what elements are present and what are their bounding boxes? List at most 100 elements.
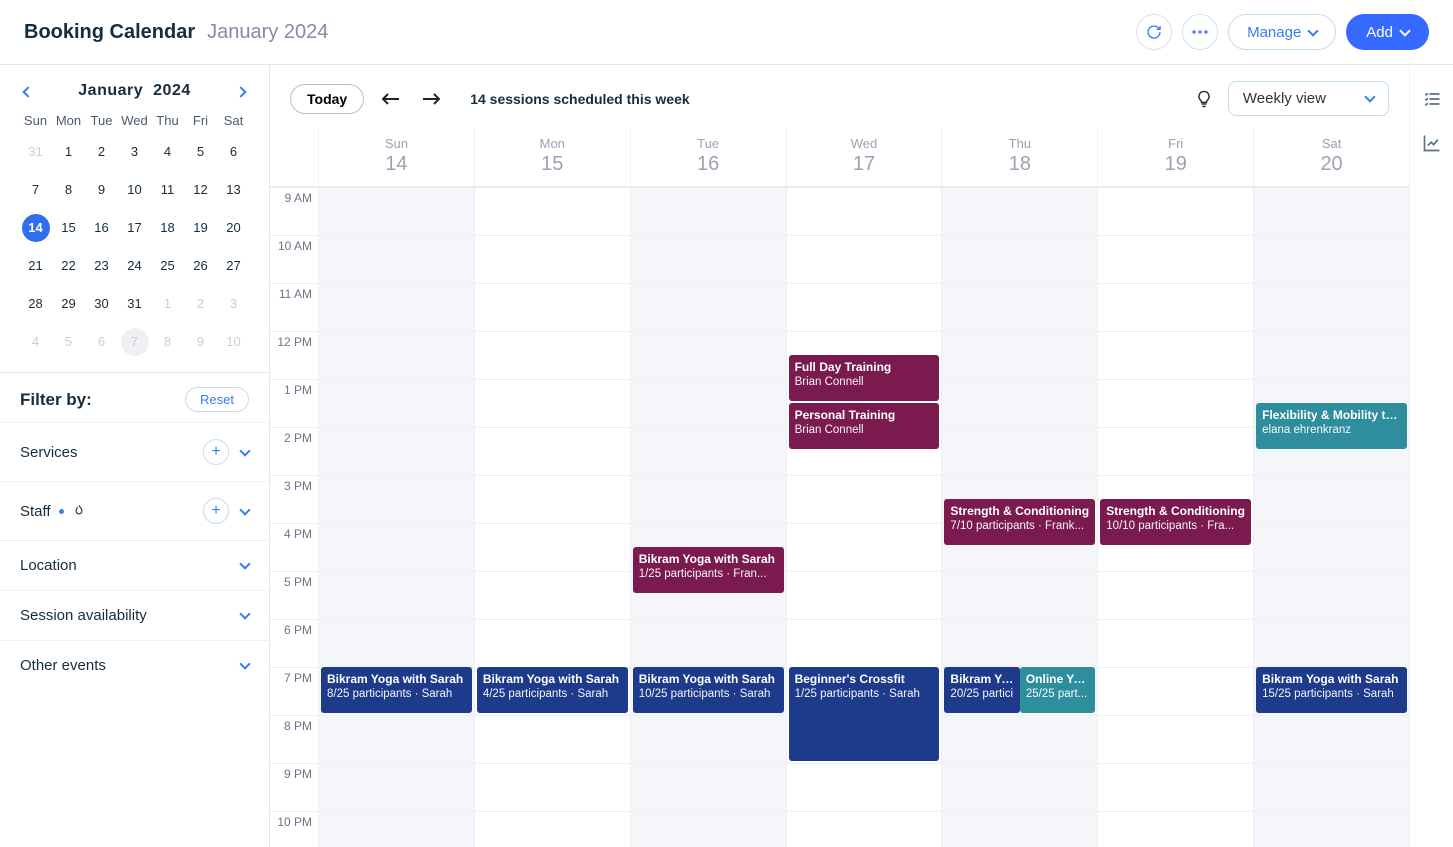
hour-cell[interactable]: [1098, 619, 1253, 667]
refresh-button[interactable]: [1136, 14, 1172, 50]
hour-cell[interactable]: [942, 571, 1097, 619]
hour-cell[interactable]: [631, 763, 786, 811]
next-week-button[interactable]: [418, 89, 444, 109]
hour-cell[interactable]: [1098, 283, 1253, 331]
mini-day[interactable]: 6: [220, 138, 248, 166]
mini-day[interactable]: 28: [22, 290, 50, 318]
mini-day[interactable]: 4: [22, 328, 50, 356]
mini-day[interactable]: 2: [88, 138, 116, 166]
mini-day[interactable]: 14: [22, 214, 50, 242]
day-column[interactable]: Bikram Yoga with Sarah8/25 participants …: [318, 187, 474, 847]
hour-cell[interactable]: [631, 283, 786, 331]
hour-cell[interactable]: [1254, 523, 1409, 571]
mini-day[interactable]: 25: [154, 252, 182, 280]
list-icon[interactable]: [1422, 89, 1442, 109]
mini-day[interactable]: 11: [154, 176, 182, 204]
hour-cell[interactable]: [942, 427, 1097, 475]
add-button[interactable]: Add: [1346, 14, 1429, 50]
mini-day[interactable]: 20: [220, 214, 248, 242]
hour-cell[interactable]: [1254, 331, 1409, 379]
filter-session-availability[interactable]: Session availability: [0, 590, 269, 640]
day-column[interactable]: Bikram Yoga with Sarah4/25 participants …: [474, 187, 630, 847]
hour-cell[interactable]: [1254, 283, 1409, 331]
mini-day[interactable]: 4: [154, 138, 182, 166]
hour-cell[interactable]: [942, 619, 1097, 667]
mini-prev-button[interactable]: [20, 79, 36, 103]
hour-cell[interactable]: [1098, 763, 1253, 811]
hour-cell[interactable]: [1254, 763, 1409, 811]
calendar-event[interactable]: Bikram Yoga with Sarah8/25 participants …: [321, 667, 472, 713]
calendar-event[interactable]: Bikram Yoga with Sarah1/25 participants …: [633, 547, 784, 593]
filter-other-events[interactable]: Other events: [0, 640, 269, 690]
calendar-event[interactable]: Bikram Yoga with Sarah4/25 participants …: [477, 667, 628, 713]
day-column[interactable]: Flexibility & Mobility trainingelana ehr…: [1253, 187, 1409, 847]
mini-day[interactable]: 26: [187, 252, 215, 280]
hour-cell[interactable]: [319, 379, 474, 427]
hour-cell[interactable]: [475, 571, 630, 619]
mini-next-button[interactable]: [233, 79, 249, 103]
mini-day[interactable]: 3: [121, 138, 149, 166]
mini-day[interactable]: 1: [55, 138, 83, 166]
mini-day[interactable]: 18: [154, 214, 182, 242]
mini-day[interactable]: 6: [88, 328, 116, 356]
add-service-button[interactable]: +: [203, 439, 229, 465]
hour-cell[interactable]: [319, 235, 474, 283]
mini-day[interactable]: 7: [121, 328, 149, 356]
calendar-event[interactable]: Online Yoga25/25 part...: [1020, 667, 1095, 713]
hour-cell[interactable]: [1098, 667, 1253, 715]
hour-cell[interactable]: [942, 187, 1097, 235]
hour-cell[interactable]: [475, 523, 630, 571]
mini-day[interactable]: 22: [55, 252, 83, 280]
hour-cell[interactable]: [942, 235, 1097, 283]
hour-cell[interactable]: [475, 619, 630, 667]
hour-cell[interactable]: [319, 763, 474, 811]
hour-cell[interactable]: [319, 715, 474, 763]
day-column[interactable]: Strength & Conditioning10/10 participant…: [1097, 187, 1253, 847]
filter-reset-button[interactable]: Reset: [185, 387, 249, 412]
mini-day[interactable]: 30: [88, 290, 116, 318]
hour-cell[interactable]: [319, 523, 474, 571]
mini-day[interactable]: 24: [121, 252, 149, 280]
mini-day[interactable]: 3: [220, 290, 248, 318]
hour-cell[interactable]: [787, 763, 942, 811]
hour-cell[interactable]: [1254, 235, 1409, 283]
calendar-event[interactable]: Flexibility & Mobility trainingelana ehr…: [1256, 403, 1407, 449]
hour-cell[interactable]: [1254, 619, 1409, 667]
hour-cell[interactable]: [787, 475, 942, 523]
hour-cell[interactable]: [631, 331, 786, 379]
calendar-scroll[interactable]: Sun14Mon15Tue16Wed17Thu18Fri19Sat209 AM1…: [270, 128, 1409, 847]
mini-day[interactable]: 31: [22, 138, 50, 166]
mini-day[interactable]: 17: [121, 214, 149, 242]
hour-cell[interactable]: [942, 715, 1097, 763]
more-button[interactable]: [1182, 14, 1218, 50]
mini-day[interactable]: 9: [187, 328, 215, 356]
hour-cell[interactable]: [475, 283, 630, 331]
mini-day[interactable]: 15: [55, 214, 83, 242]
filter-location[interactable]: Location: [0, 540, 269, 590]
mini-day[interactable]: 16: [88, 214, 116, 242]
calendar-event[interactable]: Personal TrainingBrian Connell: [789, 403, 940, 449]
day-column[interactable]: Bikram Yoga with Sarah1/25 participants …: [630, 187, 786, 847]
hour-cell[interactable]: [787, 619, 942, 667]
calendar-event[interactable]: Strength & Conditioning7/10 participants…: [944, 499, 1095, 545]
hour-cell[interactable]: [1254, 187, 1409, 235]
hour-cell[interactable]: [319, 283, 474, 331]
hour-cell[interactable]: [631, 619, 786, 667]
mini-day[interactable]: 1: [154, 290, 182, 318]
hour-cell[interactable]: [631, 475, 786, 523]
mini-day[interactable]: 21: [22, 252, 50, 280]
hour-cell[interactable]: [475, 235, 630, 283]
hour-cell[interactable]: [1098, 187, 1253, 235]
hour-cell[interactable]: [787, 187, 942, 235]
today-button[interactable]: Today: [290, 84, 364, 114]
mini-day[interactable]: 2: [187, 290, 215, 318]
calendar-event[interactable]: Strength & Conditioning10/10 participant…: [1100, 499, 1251, 545]
calendar-event[interactable]: Beginner's Crossfit1/25 participants · S…: [789, 667, 940, 761]
hour-cell[interactable]: [631, 427, 786, 475]
hour-cell[interactable]: [319, 331, 474, 379]
hour-cell[interactable]: [1254, 475, 1409, 523]
hour-cell[interactable]: [1098, 571, 1253, 619]
hour-cell[interactable]: [1098, 427, 1253, 475]
hour-cell[interactable]: [1254, 715, 1409, 763]
hour-cell[interactable]: [631, 187, 786, 235]
